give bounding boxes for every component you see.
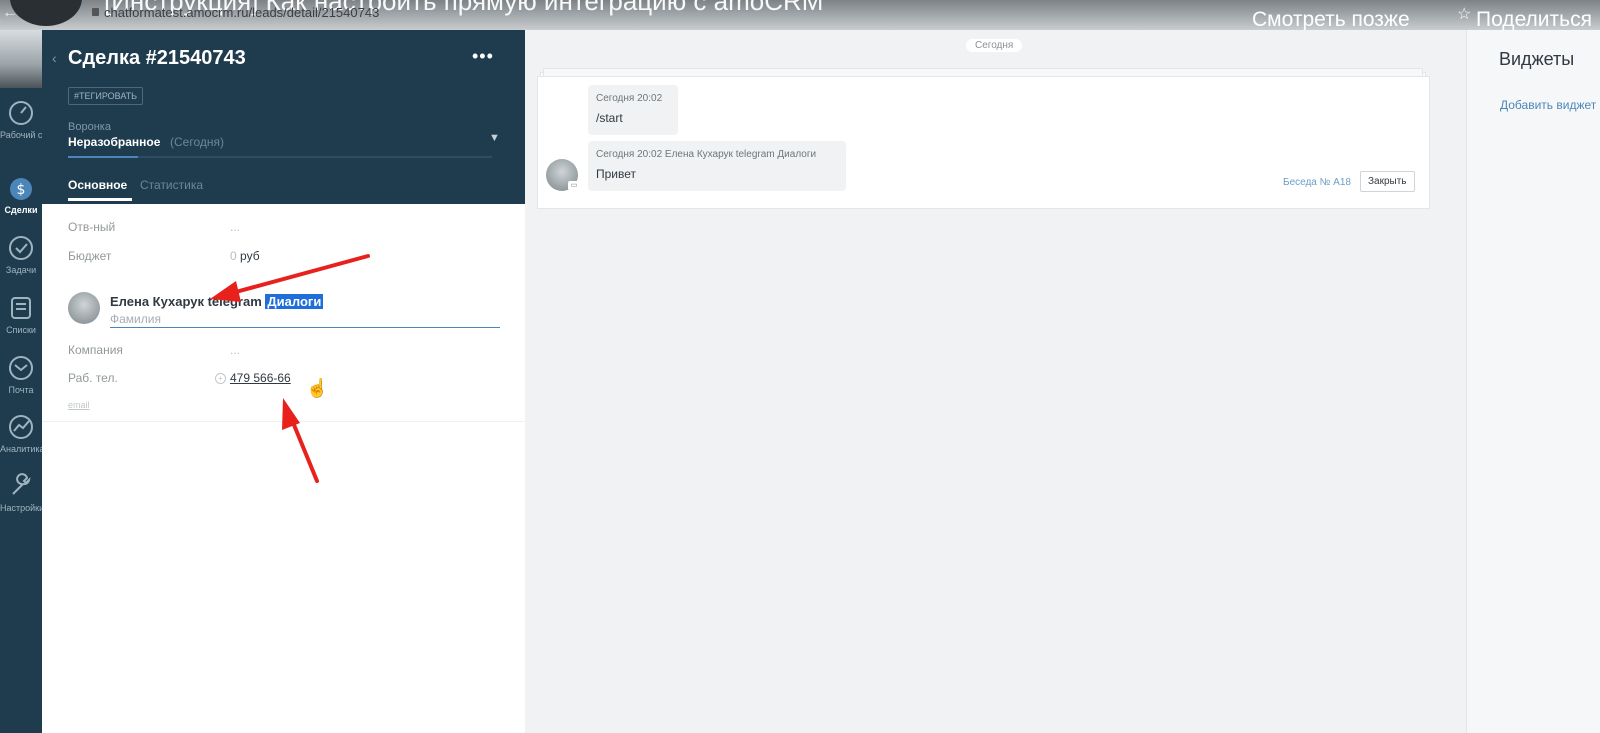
tab-statistics[interactable]: Статистика <box>140 178 203 192</box>
nav-item-analytics[interactable]: Аналитика <box>0 414 42 454</box>
contact-name[interactable]: Елена Кухарук telegram Диалоги <box>110 294 324 309</box>
back-button[interactable] <box>10 0 82 26</box>
add-tag-button[interactable]: #ТЕГИРОВАТЬ <box>68 87 144 105</box>
widgets-sidebar: Виджеты Добавить виджет <box>1466 30 1600 733</box>
message-bubble: Сегодня 20:02 /start <box>588 85 678 135</box>
settings-icon <box>12 473 31 495</box>
budget-amount: 0 <box>230 249 237 263</box>
company-label: Компания <box>68 343 123 357</box>
message-meta: Сегодня 20:02 <box>596 93 663 104</box>
chat-source-icon: ▭ <box>568 181 580 190</box>
main-nav: Рабочий стол $ Сделки Задачи Списки Почт… <box>0 30 42 733</box>
budget-label: Бюджет <box>68 249 112 263</box>
lead-panel: ‹ Сделка #21540743 ••• #ТЕГИРОВАТЬ Ворон… <box>42 30 525 733</box>
svg-text:$: $ <box>17 182 26 198</box>
budget-currency: руб <box>240 249 260 263</box>
lock-icon <box>92 8 99 16</box>
funnel-progress-fill <box>68 156 138 158</box>
close-conversation-button[interactable]: Закрыть <box>1360 171 1415 192</box>
contact-name-selection: Диалоги <box>265 294 324 309</box>
contact-avatar[interactable] <box>68 292 100 324</box>
dashboard-icon <box>9 101 33 125</box>
nav-item-settings[interactable]: Настройки <box>0 473 42 513</box>
back-arrow-icon[interactable]: ← <box>2 4 18 22</box>
chevron-down-icon[interactable]: ▼ <box>489 132 500 144</box>
watch-later-button[interactable]: Смотреть позже <box>1252 8 1410 30</box>
add-widget-link[interactable]: Добавить виджет <box>1500 98 1596 112</box>
chevron-left-icon[interactable]: ‹ <box>52 50 57 66</box>
feed-panel: Сегодня Сегодня 20:02 /start ▭ Сегодня 2… <box>525 30 1466 733</box>
nav-item-lists[interactable]: Списки <box>0 295 42 335</box>
responsible-label: Отв-ный <box>68 220 116 234</box>
hand-cursor-icon: ☝ <box>306 378 329 398</box>
nav-item-mail[interactable]: Почта <box>0 355 42 395</box>
message-meta: Сегодня 20:02 Елена Кухарук telegram Диа… <box>596 149 817 160</box>
divider <box>42 421 525 422</box>
nav-label: Рабочий стол <box>0 130 42 140</box>
chat-card: Сегодня 20:02 /start ▭ Сегодня 20:02 Еле… <box>537 76 1430 209</box>
nav-label: Списки <box>6 325 36 335</box>
add-circle-icon[interactable]: + <box>215 373 226 384</box>
funnel-date: (Сегодня) <box>170 135 224 149</box>
widgets-title: Виджеты <box>1499 49 1575 69</box>
message-bubble: Сегодня 20:02 Елена Кухарук telegram Диа… <box>588 141 846 191</box>
nav-label: Аналитика <box>0 444 42 454</box>
contact-input-underline <box>110 327 500 328</box>
responsible-value[interactable]: ... <box>230 220 240 234</box>
more-menu-icon[interactable]: ••• <box>472 46 494 67</box>
mail-icon <box>9 356 33 380</box>
work-phone-label: Раб. тел. <box>68 371 118 385</box>
nav-label: Сделки <box>4 205 38 215</box>
funnel-status[interactable]: Неразобранное <box>68 135 160 149</box>
message-text: /start <box>596 111 623 125</box>
funnel-label: Воронка <box>68 121 111 133</box>
share-button[interactable]: Поделиться <box>1476 8 1592 30</box>
work-phone-value[interactable]: 479 566-66 <box>230 371 291 385</box>
lists-icon <box>11 297 31 319</box>
video-overlay-bar: ← [Инструкция] Как настроить прямую инте… <box>0 0 1600 30</box>
tasks-icon <box>9 236 33 260</box>
nav-label: Почта <box>8 385 34 395</box>
nav-label: Настройки <box>0 503 42 513</box>
surname-field[interactable]: Фамилия <box>110 312 161 326</box>
nav-item-tasks[interactable]: Задачи <box>0 235 42 275</box>
address-bar-url[interactable]: chatformatest.amocrm.ru/leads/detail/215… <box>104 5 379 20</box>
budget-field[interactable]: 0 руб <box>230 249 260 263</box>
deals-icon: $ <box>10 178 32 200</box>
analytics-icon <box>9 415 33 439</box>
nav-item-deals[interactable]: $ Сделки <box>0 175 42 215</box>
user-avatar[interactable] <box>0 30 42 88</box>
lead-header: ‹ Сделка #21540743 ••• #ТЕГИРОВАТЬ Ворон… <box>42 30 525 204</box>
date-separator: Сегодня <box>966 39 1023 52</box>
email-label[interactable]: email <box>68 400 90 410</box>
lead-title[interactable]: Сделка #21540743 <box>68 47 246 70</box>
active-tab-indicator <box>68 198 132 201</box>
star-icon[interactable]: ☆ <box>1457 4 1471 24</box>
nav-label: Задачи <box>5 265 37 275</box>
nav-item-dashboard[interactable]: Рабочий стол <box>0 100 42 140</box>
company-value[interactable]: ... <box>230 343 240 357</box>
message-text: Привет <box>596 167 637 181</box>
tab-main[interactable]: Основное <box>68 178 127 192</box>
conversation-link[interactable]: Беседа № A18 <box>1283 177 1351 188</box>
contact-name-text: Елена Кухарук telegram <box>110 294 262 309</box>
